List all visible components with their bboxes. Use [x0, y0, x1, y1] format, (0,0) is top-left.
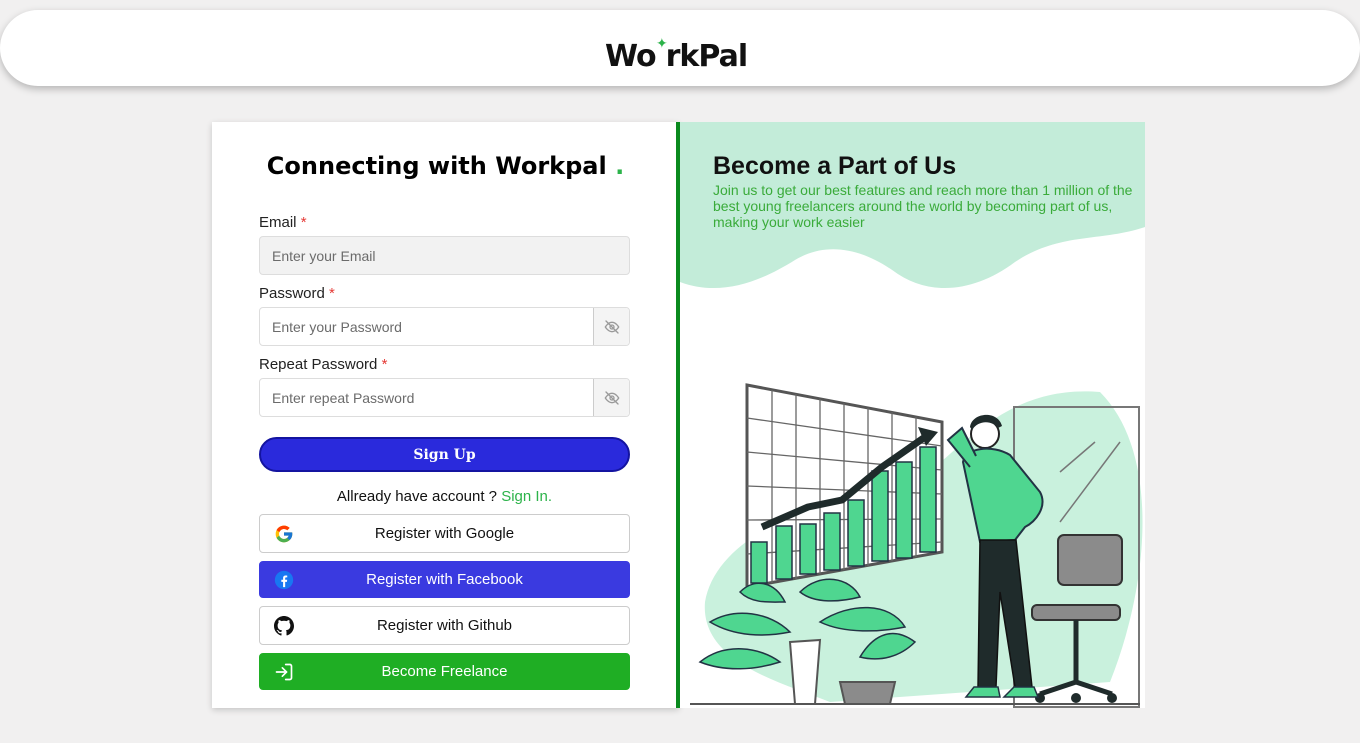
logo-text-left: Wo [605, 39, 657, 74]
email-label-text: Email [259, 214, 297, 231]
form-title: Connecting with Workpal . [212, 152, 679, 180]
password-input[interactable] [272, 308, 592, 345]
repeat-password-field [259, 378, 630, 417]
form-title-dot: . [615, 152, 625, 180]
password-label-text: Password [259, 285, 325, 302]
password-field [259, 307, 630, 346]
email-required-mark: * [300, 214, 307, 231]
logo-text-right: rkPal [665, 39, 748, 74]
password-required-mark: * [329, 285, 335, 302]
promo-panel: Become a Part of Us Join us to get our b… [680, 122, 1145, 708]
repeat-password-toggle-button[interactable] [593, 379, 629, 416]
eye-slash-icon [604, 390, 619, 405]
sign-in-link[interactable]: Sign In. [501, 488, 552, 505]
facebook-icon [274, 570, 294, 590]
register-github-label: Register with Github [376, 617, 513, 634]
sign-up-button[interactable]: Sign Up [259, 437, 630, 472]
logo-spark-icon: ✦ [656, 36, 668, 52]
repeat-password-input[interactable] [272, 379, 592, 416]
sign-in-icon [275, 663, 293, 681]
register-facebook-label: Register with Facebook [366, 571, 523, 588]
form-title-text: Connecting with Workpal [266, 152, 607, 180]
email-label: Email * [259, 214, 307, 231]
growth-chart-illustration [690, 383, 1140, 708]
become-freelance-button[interactable]: Become Freelance [259, 653, 630, 690]
become-freelance-label: Become Freelance [381, 663, 508, 680]
email-field [259, 236, 630, 275]
register-facebook-button[interactable]: Register with Facebook [259, 561, 630, 598]
google-icon [275, 525, 293, 543]
github-icon [274, 616, 294, 636]
register-github-button[interactable]: Register with Github [259, 606, 630, 645]
repeat-password-required-mark: * [381, 356, 388, 373]
sign-in-prompt: Allready have account ? Sign In. [259, 488, 630, 505]
password-label: Password * [259, 285, 335, 302]
repeat-password-label: Repeat Password * [259, 356, 387, 373]
email-input[interactable] [272, 237, 592, 274]
register-google-label: Register with Google [374, 525, 515, 542]
eye-slash-icon [604, 319, 619, 334]
already-account-text: Allready have account ? [336, 488, 498, 505]
repeat-password-label-text: Repeat Password [259, 356, 378, 373]
top-header: Wo rkPal ✦ [0, 10, 1360, 86]
password-toggle-button[interactable] [593, 308, 629, 345]
registration-card: Connecting with Workpal . Email * Passwo… [212, 122, 679, 708]
workpal-logo[interactable]: Wo rkPal ✦ [605, 36, 748, 74]
register-google-button[interactable]: Register with Google [259, 514, 630, 553]
